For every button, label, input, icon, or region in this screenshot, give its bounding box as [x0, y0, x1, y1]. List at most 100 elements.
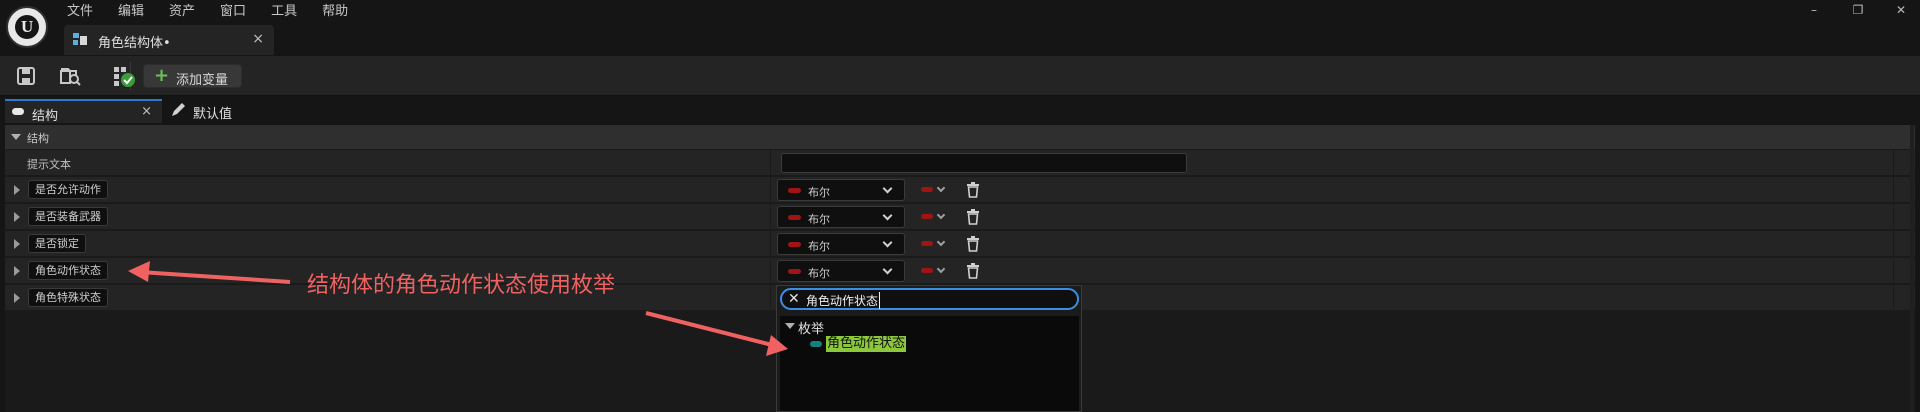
expand-arrow-icon[interactable]	[14, 212, 20, 222]
delete-icon[interactable]	[966, 182, 980, 198]
details-scrollbar[interactable]	[1910, 125, 1914, 412]
chevron-down-icon	[882, 264, 893, 275]
add-variable-label: 添加变量	[176, 73, 229, 88]
column-divider	[1893, 150, 1894, 176]
tab-structure-label: 结构	[32, 109, 59, 124]
variable-type-dropdown[interactable]: 布尔	[777, 260, 905, 282]
column-divider[interactable]	[770, 231, 771, 257]
expand-arrow-icon[interactable]	[14, 266, 20, 276]
document-tab[interactable]: 角色结构体• ×	[64, 25, 274, 55]
variable-row: 是否锁定 布尔	[5, 231, 1915, 257]
column-divider[interactable]	[770, 204, 771, 230]
menu-edit[interactable]: 编辑	[118, 3, 144, 21]
delete-icon[interactable]	[966, 236, 980, 252]
chevron-down-icon[interactable]	[936, 264, 946, 274]
bool-pin-icon	[788, 215, 801, 220]
chevron-down-icon	[882, 183, 893, 194]
section-header-structure[interactable]: 结构	[5, 125, 1915, 149]
add-variable-button[interactable]: + 添加变量	[143, 64, 242, 88]
pencil-icon	[172, 103, 185, 116]
variable-type-label: 布尔	[808, 186, 830, 199]
type-list: 枚举 角色动作状态	[780, 316, 1079, 411]
column-divider	[1893, 285, 1894, 311]
variable-type-label: 布尔	[808, 240, 830, 253]
title-bar: U 文件 编辑 资产 窗口 工具 帮助 – ❐ ✕ 角色结构体• ×	[0, 0, 1920, 56]
bool-pin-icon	[788, 242, 801, 247]
variable-type-dropdown[interactable]: 布尔	[777, 206, 905, 228]
menu-tools[interactable]: 工具	[271, 3, 297, 21]
container-type-icon[interactable]	[921, 268, 933, 273]
variable-type-label: 布尔	[808, 213, 830, 226]
unreal-logo-icon[interactable]: U	[6, 6, 48, 48]
browse-content-icon[interactable]	[58, 64, 82, 88]
variable-type-label: 布尔	[808, 267, 830, 280]
save-icon[interactable]	[14, 64, 38, 88]
tab-structure[interactable]: 结构 ×	[5, 99, 162, 124]
close-tab-icon[interactable]: ×	[252, 31, 264, 47]
menu-file[interactable]: 文件	[67, 3, 93, 21]
variable-type-dropdown[interactable]: 布尔	[777, 233, 905, 255]
container-type-icon[interactable]	[921, 187, 933, 192]
type-search-query: 角色动作状态	[806, 292, 881, 309]
menu-bar: 文件 编辑 资产 窗口 工具 帮助	[67, 3, 373, 21]
variable-row: 是否装备武器 布尔	[5, 204, 1915, 230]
container-type-icon[interactable]	[921, 241, 933, 246]
enum-pin-icon	[810, 341, 822, 347]
close-window-icon[interactable]: ✕	[1893, 2, 1909, 18]
delete-icon[interactable]	[966, 209, 980, 225]
panel-tabs: 结构 × 默认值	[0, 97, 1920, 124]
struct-asset-icon	[73, 33, 87, 45]
column-divider[interactable]	[770, 177, 771, 203]
variable-name-field[interactable]: 角色动作状态	[28, 261, 108, 280]
struct-icon	[12, 108, 24, 115]
type-option[interactable]: 角色动作状态	[826, 336, 907, 352]
variable-type-dropdown[interactable]: 布尔	[777, 179, 905, 201]
column-divider[interactable]	[770, 258, 771, 284]
collapse-arrow-icon	[11, 134, 21, 140]
chevron-down-icon[interactable]	[936, 237, 946, 247]
column-divider	[1893, 258, 1894, 284]
column-divider[interactable]	[770, 150, 771, 176]
variable-name-field[interactable]: 是否装备武器	[28, 207, 108, 226]
hint-text-label: 提示文本	[27, 158, 71, 171]
chevron-down-icon	[882, 237, 893, 248]
container-type-icon[interactable]	[921, 214, 933, 219]
variable-name-field[interactable]: 是否允许动作	[28, 180, 108, 199]
variable-name-field[interactable]: 是否锁定	[28, 234, 86, 253]
document-tab-label: 角色结构体•	[98, 36, 171, 51]
type-search-input[interactable]: ✕ 角色动作状态	[780, 288, 1079, 310]
chevron-down-icon[interactable]	[936, 183, 946, 193]
menu-help[interactable]: 帮助	[322, 3, 348, 21]
restore-icon[interactable]: ❐	[1850, 2, 1866, 18]
column-divider[interactable]	[770, 285, 771, 311]
type-category-enum[interactable]: 枚举	[798, 318, 824, 337]
tab-defaults-label: 默认值	[193, 107, 233, 122]
plus-icon: +	[154, 65, 170, 86]
collapse-arrow-icon[interactable]	[785, 323, 795, 329]
column-divider	[1893, 231, 1894, 257]
variable-name-field[interactable]: 角色特殊状态	[28, 288, 108, 307]
delete-icon[interactable]	[966, 263, 980, 279]
annotation-text: 结构体的角色动作状态使用枚举	[307, 273, 616, 298]
hint-text-input[interactable]	[781, 153, 1187, 173]
tab-defaults[interactable]: 默认值	[170, 99, 270, 123]
menu-asset[interactable]: 资产	[169, 3, 195, 21]
chevron-down-icon[interactable]	[936, 210, 946, 220]
type-picker-popup: ✕ 角色动作状态 枚举 角色动作状态	[776, 285, 1082, 412]
bool-pin-icon	[788, 188, 801, 193]
section-title: 结构	[27, 132, 49, 145]
variable-row: 是否允许动作 布尔	[5, 177, 1915, 203]
expand-arrow-icon[interactable]	[14, 293, 20, 303]
menu-window[interactable]: 窗口	[220, 3, 246, 21]
minimize-icon[interactable]: –	[1806, 2, 1822, 18]
chevron-down-icon	[882, 210, 893, 221]
clear-search-icon[interactable]: ✕	[788, 291, 800, 307]
close-tab-icon[interactable]: ×	[141, 104, 152, 119]
expand-arrow-icon[interactable]	[14, 239, 20, 249]
column-divider	[1893, 204, 1894, 230]
toolbar: + 添加变量	[0, 56, 1920, 96]
hint-text-row: 提示文本	[5, 150, 1915, 176]
compile-check-icon[interactable]	[112, 64, 136, 88]
expand-arrow-icon[interactable]	[14, 185, 20, 195]
variable-row: 角色动作状态 布尔	[5, 258, 1915, 284]
